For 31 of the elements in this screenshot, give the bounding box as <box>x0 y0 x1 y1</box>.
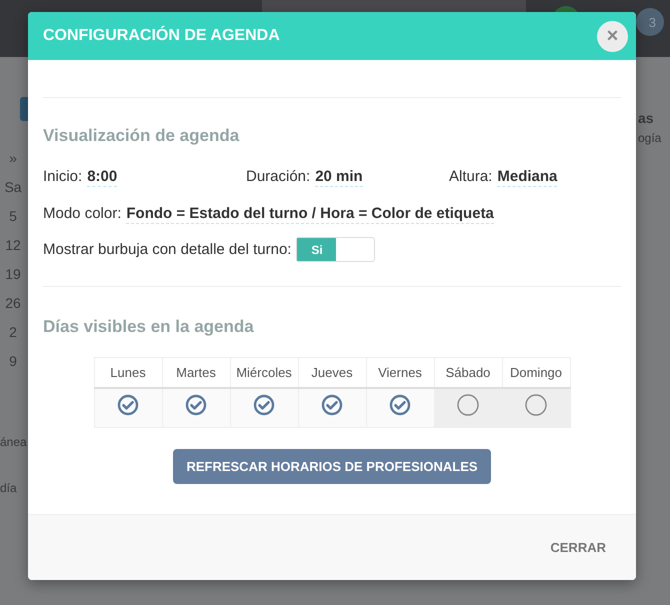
checked-circle-icon[interactable] <box>117 394 139 416</box>
setting-label: Modo color: Fondo = Estado del turno / Hora = Color de etiqueta <box>43 205 494 222</box>
background-text: as <box>638 109 655 128</box>
empty-circle-icon[interactable] <box>525 394 547 416</box>
calendar-text: 2 <box>9 323 17 342</box>
calendar-text: 9 <box>9 352 17 371</box>
close-button[interactable]: × <box>597 20 628 52</box>
calendar-text: 19 <box>5 265 21 284</box>
background-text: ogía <box>638 130 662 147</box>
setting-label: Mostrar burbuja con detalle del turno: <box>43 241 292 258</box>
setting-label: Duración: 20 min <box>246 168 364 185</box>
setting-label: Inicio: 8:00 <box>43 168 118 185</box>
calendar-text: 26 <box>5 294 21 313</box>
checked-circle-icon[interactable] <box>253 394 275 416</box>
calendar-text: 5 <box>9 207 17 226</box>
empty-circle-icon[interactable] <box>457 394 479 416</box>
calendar-text: 12 <box>5 236 21 255</box>
section-heading: Visualización de agenda <box>43 126 240 146</box>
calendar-text: » <box>9 149 17 168</box>
toggle-switch[interactable]: Si <box>296 237 376 262</box>
setting-label: Altura: Mediana <box>449 168 558 185</box>
background-text: ánea <box>0 434 27 451</box>
checked-circle-icon[interactable] <box>321 394 343 416</box>
calendar-text: Sa <box>4 178 22 197</box>
checked-circle-icon[interactable] <box>185 394 207 416</box>
background-text: día <box>0 480 18 497</box>
checked-circle-icon[interactable] <box>389 394 411 416</box>
close-text-button[interactable]: CERRAR <box>548 536 608 559</box>
modal-title: CONFIGURACIÓN DE AGENDA <box>43 27 280 45</box>
refresh-button[interactable]: REFRESCAR HORARIOS DE PROFESIONALES <box>173 449 491 484</box>
section-heading: Días visibles en la agenda <box>43 317 255 337</box>
